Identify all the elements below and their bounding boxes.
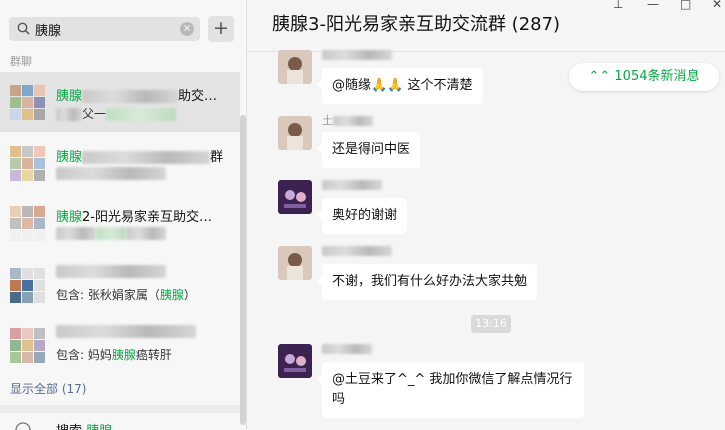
result-subtitle: 父一 xyxy=(56,105,177,122)
result-title xyxy=(56,324,196,339)
globe-icon xyxy=(15,422,31,430)
unread-messages-badge[interactable]: ⌃⌃ 1054条新消息 xyxy=(569,63,719,91)
sender-name xyxy=(322,342,372,355)
section-label-groups: 群聊 xyxy=(10,55,32,68)
close-icon[interactable]: ✕ xyxy=(712,0,722,11)
search-box[interactable]: × xyxy=(9,17,200,41)
section-divider xyxy=(0,405,246,413)
chat-panel: 胰腺3-阳光易家亲互助交流群 (287) ⊥ — □ ✕ ⌃⌃ 1054条新消息… xyxy=(247,0,725,430)
blurred-text xyxy=(106,108,177,121)
blurred-text xyxy=(56,265,166,278)
result-keyword: 胰腺 xyxy=(56,210,83,225)
result-title-tail: 群 xyxy=(210,150,224,165)
blurred-text xyxy=(322,344,372,354)
sender-name-text: 土 xyxy=(322,114,333,127)
result-title-tail: 助交… xyxy=(178,89,218,104)
blurred-text xyxy=(333,116,373,126)
result-title: 胰腺 群 xyxy=(56,146,223,165)
result-item[interactable]: 包含: 张秋娟家属（胰腺） xyxy=(0,258,240,318)
result-item[interactable]: 胰腺 群 xyxy=(0,136,240,196)
search-results-panel: × + 群聊 胰腺助交… 父一 胰腺群 xyxy=(0,0,247,430)
result-title-tail: 2-阳光易家亲互助交… xyxy=(82,210,212,225)
avatar[interactable] xyxy=(278,116,312,150)
blurred-text xyxy=(56,227,96,240)
result-subtitle xyxy=(56,166,166,180)
blurred-text xyxy=(96,227,126,240)
result-item[interactable]: 胰腺 助交… 父一 xyxy=(0,72,240,132)
pin-icon[interactable]: ⊥ xyxy=(613,0,623,11)
message-bubble[interactable]: @土豆来了^_^ 我加你微信了解点情况行吗 xyxy=(317,362,584,418)
web-search-prefix: 搜索 xyxy=(56,424,82,430)
result-subtitle xyxy=(56,226,166,240)
sender-name xyxy=(322,244,392,257)
sender-name: 土 xyxy=(322,112,373,128)
result-keyword: 胰腺 xyxy=(111,348,136,362)
group-avatar xyxy=(10,206,45,241)
blurred-text xyxy=(82,90,179,103)
result-title: 胰腺2-阳光易家亲互助交… xyxy=(56,206,212,225)
sender-name xyxy=(322,48,392,61)
blurred-text xyxy=(56,167,166,180)
message-bubble[interactable]: @随缘🙏🙏 这个不清楚 xyxy=(317,68,483,104)
message-bubble[interactable]: 奥好的谢谢 xyxy=(316,198,408,234)
chat-title: 胰腺3-阳光易家亲互助交流群 (287) xyxy=(272,14,561,35)
web-search-label: 搜索 胰腺 xyxy=(56,420,112,430)
sender-name xyxy=(322,178,382,191)
maximize-icon[interactable]: □ xyxy=(680,0,691,11)
result-keyword: 胰腺 xyxy=(56,89,83,104)
avatar[interactable] xyxy=(278,180,312,214)
result-keyword: 胰腺 xyxy=(56,150,83,165)
avatar[interactable] xyxy=(278,246,312,280)
search-icon xyxy=(17,22,30,35)
blurred-text xyxy=(322,246,392,256)
result-title: 胰腺 助交… xyxy=(56,85,217,104)
minimize-icon[interactable]: — xyxy=(647,0,659,11)
group-avatar xyxy=(10,328,45,363)
result-title xyxy=(56,264,166,279)
search-row: × + xyxy=(0,0,246,52)
blurred-text xyxy=(82,151,211,164)
add-button[interactable]: + xyxy=(208,16,234,42)
blurred-text xyxy=(322,180,382,190)
result-item[interactable]: 包含: 妈妈胰腺癌转肝 xyxy=(0,318,240,378)
blurred-text xyxy=(56,325,196,338)
results-scrollbar[interactable] xyxy=(240,115,246,425)
group-avatar xyxy=(10,268,45,303)
result-keyword: 胰腺 xyxy=(159,288,184,302)
avatar[interactable] xyxy=(278,50,312,84)
chat-header: 胰腺3-阳光易家亲互助交流群 (287) ⊥ — □ ✕ xyxy=(247,0,725,52)
message-bubble[interactable]: 不谢，我们有什么好办法大家共勉 xyxy=(316,264,538,300)
search-input[interactable] xyxy=(35,17,175,41)
avatar[interactable] xyxy=(278,344,312,378)
blurred-text xyxy=(322,50,392,60)
blurred-text xyxy=(56,108,82,121)
result-subtitle-text: 父一 xyxy=(82,107,107,121)
result-subtitle: 包含: 妈妈胰腺癌转肝 xyxy=(56,346,172,363)
result-subtitle-suffix: 癌转肝 xyxy=(135,348,172,362)
show-all-link[interactable]: 显示全部 (17) xyxy=(10,380,86,397)
timestamp: 13:16 xyxy=(471,315,511,333)
group-avatar xyxy=(10,146,45,181)
result-subtitle-prefix: 包含: 张秋娟家属（ xyxy=(56,288,160,302)
clear-search-icon[interactable]: × xyxy=(180,22,194,36)
group-avatar xyxy=(10,85,45,120)
result-item[interactable]: 胰腺2-阳光易家亲互助交… xyxy=(0,196,240,256)
web-search-row[interactable]: 搜索 胰腺 xyxy=(0,414,246,430)
result-subtitle-suffix: ） xyxy=(183,288,196,302)
result-subtitle: 包含: 张秋娟家属（胰腺） xyxy=(56,286,196,303)
blurred-text xyxy=(126,227,166,240)
result-subtitle-prefix: 包含: 妈妈 xyxy=(56,348,112,362)
web-search-keyword: 胰腺 xyxy=(86,424,112,430)
message-bubble[interactable]: 还是得问中医 xyxy=(316,132,421,168)
